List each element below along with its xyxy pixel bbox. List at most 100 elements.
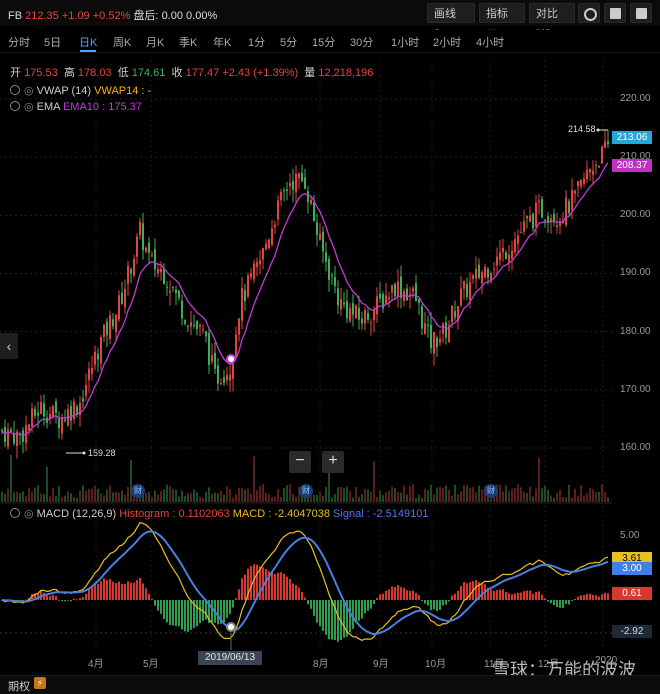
- settings-icon[interactable]: [10, 85, 20, 95]
- candle-body: [604, 141, 606, 148]
- macd-hist-bar: [424, 600, 426, 604]
- candle-body: [289, 182, 291, 187]
- eye-icon[interactable]: ◎: [24, 101, 34, 113]
- macd-hist-bar: [601, 594, 603, 600]
- macd-hist-bar: [523, 591, 525, 600]
- indicator-lines: [1, 162, 609, 641]
- volume-bar: [532, 496, 534, 502]
- volume-bar: [52, 488, 54, 502]
- macd-hist-bar: [430, 600, 432, 611]
- earnings-label: 财: [302, 486, 310, 495]
- macd-hist-bar: [562, 600, 564, 609]
- volume-bar: [556, 492, 558, 502]
- macd-hist-bar: [565, 600, 567, 605]
- macd-hist-bar: [121, 583, 123, 600]
- volume-bar: [364, 488, 366, 502]
- volume-bar: [220, 490, 222, 502]
- volume-bar: [106, 489, 108, 502]
- scroll-left-button[interactable]: ‹: [0, 333, 18, 359]
- candle-body: [580, 179, 582, 187]
- volume-bar: [130, 459, 132, 502]
- volume-bar: [580, 485, 582, 502]
- settings-icon[interactable]: [10, 101, 20, 111]
- candle-body: [421, 306, 423, 329]
- macd-hist-bar: [511, 594, 513, 600]
- macd-line-value: MACD : -2.4047038: [232, 508, 330, 520]
- x-tick: 5月: [143, 659, 159, 670]
- macd-hist-bar: [343, 600, 345, 638]
- volume-bar: [232, 497, 234, 502]
- vwap-legend[interactable]: ◎ VWAP (14) VWAP14 : -: [10, 84, 151, 97]
- volume-bar: [163, 489, 165, 502]
- macd-hist-bar: [604, 592, 606, 600]
- volume-bar: [436, 487, 438, 502]
- candle-body: [520, 232, 522, 234]
- macd-hist-bar: [595, 595, 597, 600]
- candle-body: [313, 202, 315, 222]
- macd-hist-bar: [250, 565, 252, 600]
- candle-body: [244, 290, 246, 302]
- ema-price-tag: 208.37: [612, 159, 652, 172]
- earnings-marker[interactable]: 财: [131, 484, 145, 498]
- settings-icon[interactable]: [10, 508, 20, 518]
- volume-bar: [508, 491, 510, 502]
- macd-hist-bar: [406, 590, 408, 600]
- macd-hist-bar: [577, 596, 579, 600]
- macd-hist-bar: [265, 569, 267, 600]
- candle-body: [493, 268, 495, 270]
- candle-body: [163, 268, 165, 285]
- volume-bar: [325, 486, 327, 502]
- macd-y-tick: 5.00: [620, 530, 640, 541]
- candle-body: [121, 292, 123, 305]
- volume-bar: [382, 495, 384, 502]
- earnings-marker[interactable]: 财: [299, 484, 313, 498]
- earnings-label: 财: [487, 486, 495, 495]
- volume-bar: [337, 487, 339, 502]
- candle-body: [472, 275, 474, 279]
- macd-legend[interactable]: ◎ MACD (12,26,9) Histogram : 0.1102063 M…: [10, 507, 428, 520]
- zoom-in-button[interactable]: +: [322, 451, 344, 473]
- candle-body: [202, 329, 204, 331]
- candle-body: [511, 250, 513, 259]
- volume-bar: [466, 485, 468, 502]
- low-label: 低: [117, 67, 129, 79]
- volume-bar: [340, 486, 342, 502]
- macd-hist-bar: [235, 598, 237, 600]
- volume-bar: [265, 492, 267, 502]
- macd-hist-bar: [544, 598, 546, 600]
- candle-body: [598, 165, 600, 168]
- ema-legend[interactable]: ◎ EMA EMA10 : 175.37: [10, 100, 142, 113]
- options-tab[interactable]: 期权: [8, 678, 30, 694]
- candle-body: [541, 199, 543, 218]
- macd-hist-bar: [586, 593, 588, 600]
- macd-hist-bar: [427, 600, 429, 606]
- macd-hist-bar: [607, 593, 609, 600]
- macd-hist-bar: [289, 579, 291, 600]
- eye-icon[interactable]: ◎: [24, 85, 34, 97]
- volume-bar: [229, 488, 231, 502]
- earnings-marker[interactable]: 财: [484, 484, 498, 498]
- candle-body: [91, 367, 93, 374]
- candle-body: [103, 324, 105, 337]
- candle-body: [109, 315, 111, 340]
- macd-line-tag: 3.00: [612, 562, 652, 575]
- macd-hist-bar: [481, 583, 483, 600]
- macd-hist-bar: [505, 591, 507, 600]
- volume-bar: [79, 490, 81, 502]
- volume-bar: [388, 490, 390, 502]
- candle-body: [205, 331, 207, 337]
- candle-body: [58, 418, 60, 429]
- volume-bar: [46, 466, 48, 502]
- macd-hist-bar: [85, 593, 87, 600]
- candle-body: [451, 305, 453, 323]
- volume-bar: [241, 488, 243, 502]
- volume-bar: [439, 486, 441, 502]
- candle-body: [568, 201, 570, 214]
- macd-hist-bar: [313, 600, 315, 616]
- volume-bar: [256, 490, 258, 502]
- candle-body: [133, 258, 135, 276]
- candle-body: [349, 308, 351, 321]
- eye-icon[interactable]: ◎: [24, 508, 34, 520]
- zoom-out-button[interactable]: −: [289, 451, 311, 473]
- candle-body: [481, 272, 483, 284]
